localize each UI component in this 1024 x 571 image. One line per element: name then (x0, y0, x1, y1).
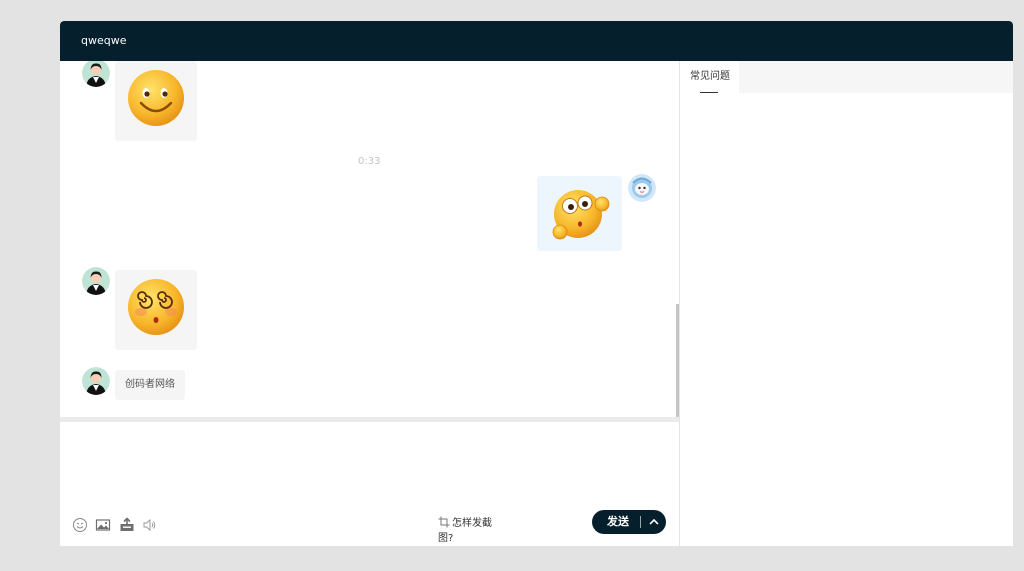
send-separator (640, 516, 641, 528)
file-upload-icon[interactable] (119, 517, 135, 533)
message-input[interactable]: 怎样发截图? 发送 (60, 422, 679, 546)
send-button[interactable]: 发送 (592, 510, 666, 534)
chat-title: qweqwe (81, 34, 127, 47)
image-icon[interactable] (95, 517, 111, 533)
crop-icon (438, 516, 450, 532)
message-list[interactable]: 0:33 创码者网络 (60, 61, 679, 417)
message-timestamp: 0:33 (358, 156, 381, 167)
chevron-up-icon[interactable] (644, 510, 664, 534)
chat-header: qweqwe (60, 21, 1013, 61)
dizzy-emoji (128, 279, 184, 335)
agent-avatar (82, 367, 110, 395)
shocked-emoji (552, 190, 610, 240)
tab-faq[interactable]: 常见问题 (680, 61, 739, 93)
agent-avatar (82, 61, 110, 87)
chat-window: qweqwe 0:33 创码者网络 怎样发截图? 发送 常见问题 (60, 21, 1013, 546)
agent-avatar (82, 267, 110, 295)
tab-active-indicator (700, 92, 718, 93)
side-tabs: 常见问题 (680, 61, 1013, 93)
tab-faq-label: 常见问题 (690, 71, 730, 82)
side-panel: 常见问题 (680, 61, 1013, 546)
user-avatar (628, 174, 656, 202)
smile-emoji (128, 70, 184, 126)
text-message: 创码者网络 (115, 370, 185, 400)
screenshot-help-link[interactable]: 怎样发截图? (438, 516, 498, 545)
send-label: 发送 (607, 515, 629, 528)
emoji-icon[interactable] (72, 517, 88, 533)
voice-icon[interactable] (142, 517, 158, 533)
